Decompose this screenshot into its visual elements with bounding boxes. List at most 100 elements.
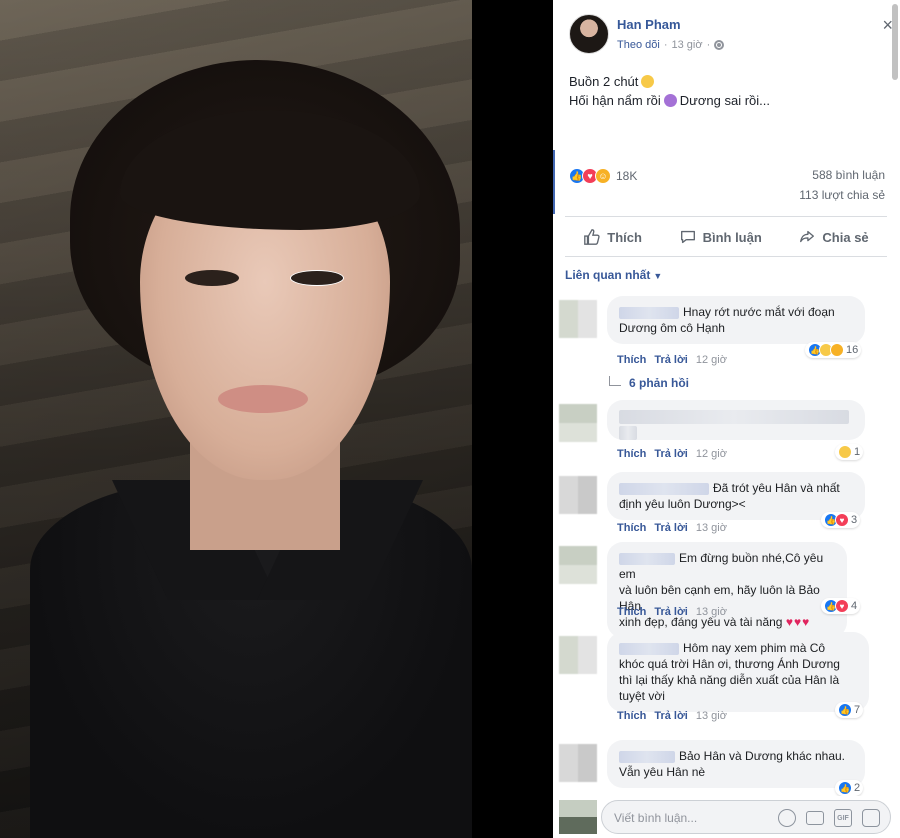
- comment-count[interactable]: 588 bình luận: [812, 168, 885, 182]
- my-avatar: [559, 800, 597, 834]
- follow-link[interactable]: Theo dõi: [617, 39, 660, 51]
- comment-button-label: Bình luận: [702, 229, 762, 245]
- comment-time[interactable]: 13 giờ: [696, 522, 727, 534]
- comment-bubble: [607, 400, 865, 440]
- love-reaction-icon: ♥: [835, 513, 849, 527]
- author-avatar[interactable]: [569, 14, 609, 54]
- like-reaction-icon: 👍: [838, 703, 852, 717]
- comment-text: Đã trót yêu Hân và nhất: [713, 481, 840, 495]
- comment-reaction-count: 7: [854, 704, 861, 716]
- comment-reaction-count: 2: [854, 782, 861, 794]
- like-reaction-icon: 👍: [838, 781, 852, 795]
- comment-reaction-count: 3: [851, 514, 858, 526]
- comment-reply-link[interactable]: Trả lời: [654, 710, 688, 722]
- divider: [565, 256, 887, 257]
- comment-text: thì lại thấy khả năng diễn xuất của Hân …: [619, 673, 840, 687]
- meta-separator: ·: [706, 39, 711, 51]
- post-text-line: Dương sai rồi...: [679, 93, 770, 108]
- comment-placeholder: Viết bình luận...: [614, 811, 698, 825]
- comment-text-blurred: [619, 410, 849, 424]
- comment-text: tuyệt vời: [619, 689, 665, 703]
- comment-reactions[interactable]: 👍 16: [805, 342, 862, 358]
- comment-like-link[interactable]: Thích: [617, 522, 646, 534]
- comment-sort-dropdown[interactable]: Liên quan nhất ▼: [565, 268, 662, 282]
- commenter-avatar[interactable]: [559, 476, 597, 514]
- haha-reaction-icon: ☺: [595, 168, 611, 184]
- comment-text: Bảo Hân và Dương khác nhau.: [679, 749, 846, 763]
- globe-icon[interactable]: [714, 40, 725, 50]
- comment-time[interactable]: 13 giờ: [696, 606, 727, 618]
- comment-text: Hôm nay xem phim mà Cô: [683, 641, 826, 655]
- commenter-avatar[interactable]: [559, 636, 597, 674]
- commenter-name-blurred[interactable]: [619, 482, 709, 495]
- comment-like-link[interactable]: Thích: [617, 710, 646, 722]
- author-name[interactable]: Han Pham: [617, 17, 681, 32]
- post-text-line: Hối hận nẩm rồi: [569, 93, 661, 108]
- reaction-count: 18K: [616, 169, 638, 183]
- share-count[interactable]: 113 lượt chia sẻ: [799, 188, 885, 202]
- purple-emoji-icon: [663, 94, 677, 107]
- commenter-avatar[interactable]: [559, 546, 597, 584]
- comment-reaction-count: 16: [846, 344, 859, 356]
- share-button[interactable]: Chia sẻ: [798, 228, 869, 246]
- comment-reaction-count: 4: [851, 600, 858, 612]
- comment-reply-link[interactable]: Trả lời: [654, 448, 688, 460]
- comment-button[interactable]: Bình luận: [679, 228, 762, 246]
- comment-text: khóc quá trời Hân ơi, thương Ánh Dương: [619, 657, 840, 671]
- view-replies-link[interactable]: 6 phản hồi: [609, 376, 689, 390]
- comment-reactions[interactable]: 👍 ♥ 4: [821, 598, 861, 614]
- gif-icon[interactable]: GIF: [834, 809, 852, 827]
- commenter-name-blurred[interactable]: [619, 642, 679, 655]
- close-icon[interactable]: ×: [882, 16, 893, 34]
- comment-actions: Thích Trả lời 12 giờ: [617, 448, 727, 460]
- comment-like-link[interactable]: Thích: [617, 354, 646, 366]
- commenter-avatar[interactable]: [559, 404, 597, 442]
- comment-actions: Thích Trả lời 13 giờ: [617, 606, 727, 618]
- commenter-name-blurred[interactable]: [619, 750, 675, 763]
- disappointed-emoji-icon: [641, 75, 655, 88]
- comment-reactions[interactable]: 👍 2: [835, 780, 864, 796]
- comment-like-link[interactable]: Thích: [617, 606, 646, 618]
- comment-like-link[interactable]: Thích: [617, 448, 646, 460]
- sticker-icon[interactable]: [862, 809, 880, 827]
- commenter-avatar[interactable]: [559, 744, 597, 782]
- commenter-name-blurred[interactable]: [619, 552, 675, 565]
- commenter-name-blurred[interactable]: [619, 306, 679, 319]
- share-arrow-icon: [800, 230, 815, 243]
- comment-composer: Viết bình luận... GIF: [553, 796, 900, 838]
- reply-arrow-icon: [609, 376, 621, 386]
- sad-reaction-icon: [838, 445, 852, 459]
- comment-reply-link[interactable]: Trả lời: [654, 354, 688, 366]
- comment-reactions[interactable]: 👍 7: [835, 702, 864, 718]
- comment-bubble: Hnay rớt nước mắt với đoạn Dương ôm cô H…: [607, 296, 865, 344]
- comment-time[interactable]: 12 giờ: [696, 448, 727, 460]
- comment-input[interactable]: Viết bình luận... GIF: [601, 800, 891, 834]
- post-time[interactable]: 13 giờ: [671, 39, 702, 51]
- comment-actions: Thích Trả lời 12 giờ: [617, 354, 727, 366]
- comment-reply-link[interactable]: Trả lời: [654, 606, 688, 618]
- comment-reply-link[interactable]: Trả lời: [654, 522, 688, 534]
- haha-reaction-icon: [830, 343, 844, 357]
- scrollbar[interactable]: [890, 0, 900, 838]
- comment-time[interactable]: 13 giờ: [696, 710, 727, 722]
- reaction-summary[interactable]: 👍 ♥ ☺ 18K: [569, 168, 637, 184]
- post-meta: Theo dõi · 13 giờ ·: [617, 39, 725, 51]
- comment-text: Vẫn yêu Hân nè: [619, 765, 706, 779]
- post-header: Han Pham Theo dõi · 13 giờ · ×: [569, 14, 893, 58]
- post-photo: [0, 0, 472, 838]
- emoji-icon[interactable]: [778, 809, 796, 827]
- comment-text: Hnay rớt nước mắt với đoạn: [683, 305, 835, 319]
- comment-text: Dương ôm cô Hạnh: [619, 321, 725, 335]
- caret-down-icon: ▼: [653, 271, 663, 281]
- comment-time[interactable]: 12 giờ: [696, 354, 727, 366]
- photo-viewer[interactable]: [0, 0, 553, 838]
- commenter-avatar[interactable]: [559, 300, 597, 338]
- comment-reactions[interactable]: 👍 ♥ 3: [821, 512, 861, 528]
- comment-text-blurred: [619, 426, 637, 440]
- camera-icon[interactable]: [806, 811, 824, 825]
- like-button[interactable]: Thích: [583, 228, 642, 246]
- post-panel: Han Pham Theo dõi · 13 giờ · × Buồn 2 ch…: [553, 0, 900, 838]
- comment-reactions[interactable]: 1: [835, 444, 864, 460]
- hearts-emoji-icon: ♥♥♥: [785, 615, 811, 629]
- comment-bubble: Em đừng buồn nhé,Cô yêu em và luôn bên c…: [607, 542, 847, 638]
